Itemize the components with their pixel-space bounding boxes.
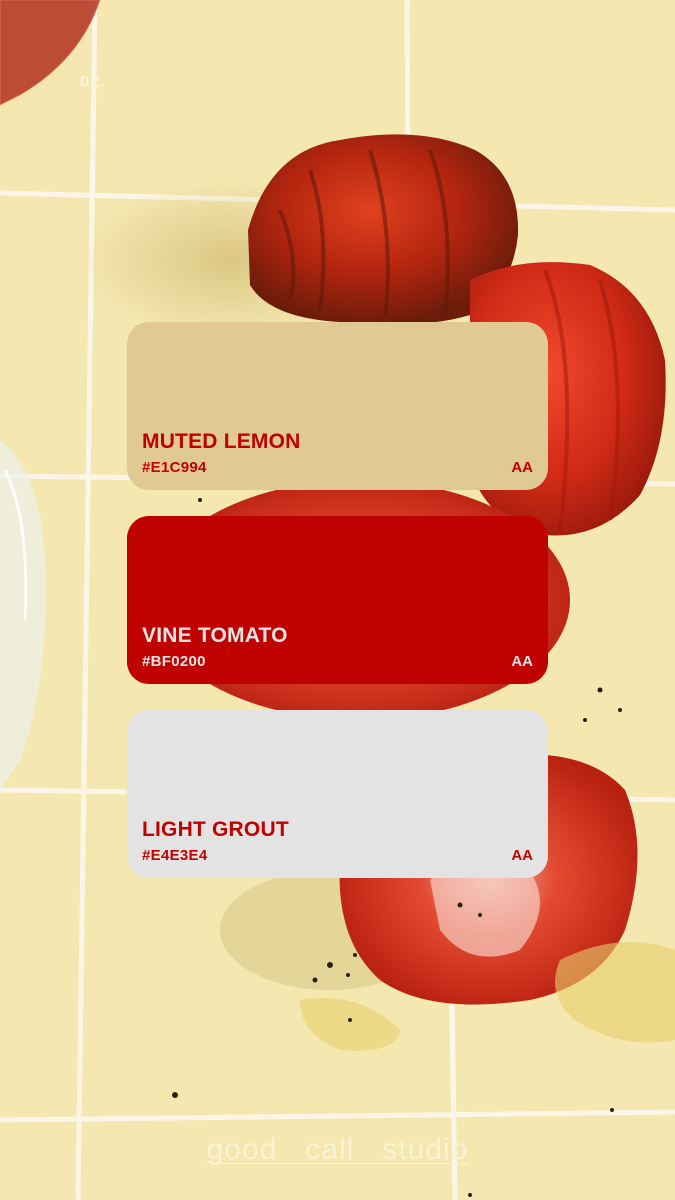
brand-wordmark: good call studio [0,1133,675,1167]
swatch-card-muted-lemon: MUTED LEMON #E1C994 AA [127,322,548,490]
contrast-rating: AA [511,847,533,864]
swatch-name: VINE TOMATO [142,624,288,647]
swatch-card-vine-tomato: VINE TOMATO #BF0200 AA [127,516,548,684]
swatch-hex-code: #BF0200 [142,653,206,670]
swatch-card-light-grout: LIGHT GROUT #E4E3E4 AA [127,710,548,878]
contrast-rating: AA [511,653,533,670]
swatch-name: MUTED LEMON [142,430,301,453]
swatch-hex-code: #E4E3E4 [142,847,208,864]
page-number: 02. [80,72,106,91]
brand-text: good call studio [206,1133,469,1166]
swatch-name: LIGHT GROUT [142,818,289,841]
swatch-hex-code: #E1C994 [142,459,207,476]
contrast-rating: AA [511,459,533,476]
